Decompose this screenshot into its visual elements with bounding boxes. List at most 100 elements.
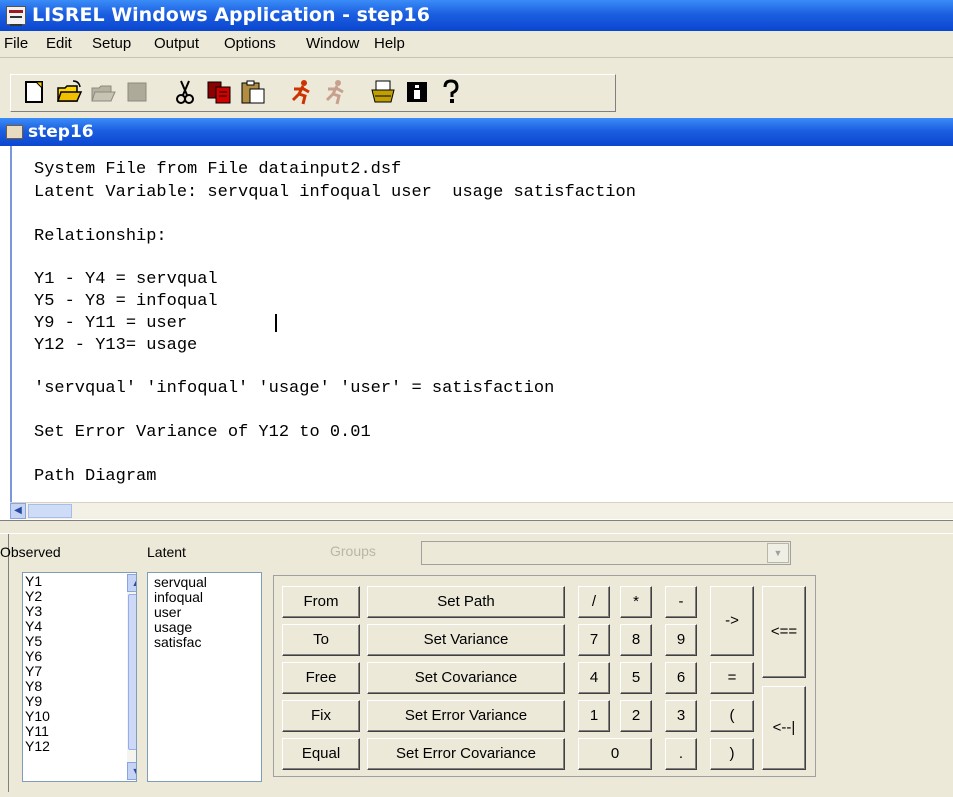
cut-icon[interactable] xyxy=(171,78,199,106)
code-line: Y9 - Y11 = user xyxy=(34,314,188,333)
key-9[interactable]: 9 xyxy=(665,624,697,656)
set-error-variance-button[interactable]: Set Error Variance xyxy=(367,700,565,732)
key-3[interactable]: 3 xyxy=(665,700,697,732)
list-item[interactable]: satisfac xyxy=(154,635,201,650)
key-7[interactable]: 7 xyxy=(578,624,610,656)
list-item[interactable]: Y1 xyxy=(25,574,42,589)
toolbar-strip xyxy=(10,74,616,112)
copy-icon[interactable] xyxy=(205,78,233,106)
multiply-key[interactable]: * xyxy=(620,586,652,618)
key-label: - xyxy=(678,593,684,610)
menu-setup[interactable]: Setup xyxy=(92,35,131,52)
list-item[interactable]: Y10 xyxy=(25,709,50,724)
open-folder-icon[interactable] xyxy=(55,78,83,106)
button-label: Equal xyxy=(301,745,341,762)
splitter[interactable] xyxy=(0,520,953,533)
code-line: Y5 - Y8 = infoqual xyxy=(34,292,218,311)
key-8[interactable]: 8 xyxy=(620,624,652,656)
set-path-button[interactable]: Set Path xyxy=(367,586,565,618)
list-item[interactable]: Y5 xyxy=(25,634,42,649)
to-button[interactable]: To xyxy=(282,624,360,656)
menu-window[interactable]: Window xyxy=(306,35,359,52)
paste-icon[interactable] xyxy=(239,78,267,106)
code-line: System File from File datainput2.dsf xyxy=(34,160,402,179)
set-error-covariance-button[interactable]: Set Error Covariance xyxy=(367,738,565,770)
scroll-thumb[interactable] xyxy=(28,504,72,518)
groups-dropdown[interactable] xyxy=(421,541,791,565)
list-item[interactable]: Y2 xyxy=(25,589,42,604)
key-4[interactable]: 4 xyxy=(578,662,610,694)
key-5[interactable]: 5 xyxy=(620,662,652,694)
latent-label: Latent xyxy=(147,544,186,560)
list-item[interactable]: Y12 xyxy=(25,739,50,754)
key-label: ) xyxy=(729,745,735,762)
set-variance-button[interactable]: Set Variance xyxy=(367,624,565,656)
arrow-key[interactable]: -> xyxy=(710,586,754,656)
dot-key[interactable]: . xyxy=(665,738,697,770)
chevron-down-icon[interactable]: ▼ xyxy=(767,543,789,563)
help-icon[interactable] xyxy=(437,78,465,106)
scroll-up-icon[interactable]: ▲ xyxy=(127,574,136,592)
list-item[interactable]: Y9 xyxy=(25,694,42,709)
right-paren-key[interactable]: ) xyxy=(710,738,754,770)
observed-scrollbar[interactable]: ▲ ▼ xyxy=(127,574,136,780)
button-label: To xyxy=(313,631,329,648)
divide-key[interactable]: / xyxy=(578,586,610,618)
scroll-thumb[interactable] xyxy=(128,594,136,750)
list-item[interactable]: servqual xyxy=(154,575,207,590)
syntax-editor[interactable]: System File from File datainput2.dsf Lat… xyxy=(10,146,953,502)
key-0[interactable]: 0 xyxy=(578,738,652,770)
key-label: = xyxy=(727,669,737,686)
button-label: Set Path xyxy=(437,593,495,610)
text-caret xyxy=(275,314,277,332)
list-item[interactable]: infoqual xyxy=(154,590,203,605)
key-1[interactable]: 1 xyxy=(578,700,610,732)
print-icon[interactable] xyxy=(369,78,397,106)
groups-label: Groups xyxy=(330,543,376,559)
free-button[interactable]: Free xyxy=(282,662,360,694)
list-item[interactable]: Y8 xyxy=(25,679,42,694)
button-label: From xyxy=(303,593,339,610)
save-icon[interactable] xyxy=(89,78,117,106)
menu-file[interactable]: File xyxy=(4,35,28,52)
key-label: <--| xyxy=(772,719,796,736)
list-item[interactable]: usage xyxy=(154,620,192,635)
from-button[interactable]: From xyxy=(282,586,360,618)
observed-label: Observed xyxy=(0,544,61,560)
list-item[interactable]: user xyxy=(154,605,181,620)
fix-button[interactable]: Fix xyxy=(282,700,360,732)
run-icon[interactable] xyxy=(287,78,315,106)
document-icon xyxy=(6,125,23,139)
new-file-icon[interactable] xyxy=(21,78,49,106)
equal-button[interactable]: Equal xyxy=(282,738,360,770)
menu-help[interactable]: Help xyxy=(374,35,405,52)
key-label: 4 xyxy=(589,669,599,686)
key-label: 1 xyxy=(589,707,599,724)
list-item[interactable]: Y6 xyxy=(25,649,42,664)
menu-output[interactable]: Output xyxy=(154,35,199,52)
latent-variables-list[interactable]: servqual infoqual user usage satisfac xyxy=(147,572,262,782)
list-item[interactable]: Y3 xyxy=(25,604,42,619)
key-6[interactable]: 6 xyxy=(665,662,697,694)
document-title-bar[interactable]: step16 xyxy=(0,118,953,146)
key-label: 8 xyxy=(631,631,641,648)
list-item[interactable]: Y11 xyxy=(25,724,49,739)
key-2[interactable]: 2 xyxy=(620,700,652,732)
equals-key[interactable]: = xyxy=(710,662,754,694)
scroll-down-icon[interactable]: ▼ xyxy=(127,762,136,780)
horizontal-scrollbar[interactable]: ◀ xyxy=(10,502,953,519)
title-bar[interactable]: LISREL Windows Application - step16 xyxy=(0,0,953,31)
menu-options[interactable]: Options xyxy=(224,35,276,52)
menu-edit[interactable]: Edit xyxy=(46,35,72,52)
list-item[interactable]: Y4 xyxy=(25,619,42,634)
scroll-left-icon[interactable]: ◀ xyxy=(10,503,26,519)
observed-variables-list[interactable]: Y1 Y2 Y3 Y4 Y5 Y6 Y7 Y8 Y9 Y10 Y11 Y12 ▲… xyxy=(22,572,137,782)
clear-all-button[interactable]: <== xyxy=(762,586,806,678)
set-covariance-button[interactable]: Set Covariance xyxy=(367,662,565,694)
key-label: 9 xyxy=(676,631,686,648)
info-icon[interactable] xyxy=(403,78,431,106)
list-item[interactable]: Y7 xyxy=(25,664,42,679)
minus-key[interactable]: - xyxy=(665,586,697,618)
backspace-button[interactable]: <--| xyxy=(762,686,806,770)
left-paren-key[interactable]: ( xyxy=(710,700,754,732)
